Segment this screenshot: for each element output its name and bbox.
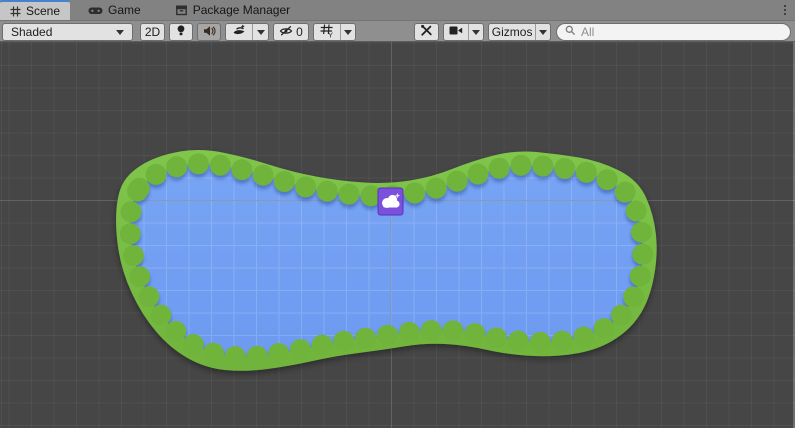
- camera-dropdown[interactable]: [468, 24, 483, 40]
- effects-toggle[interactable]: [226, 24, 252, 40]
- scene-toolbar: Shaded 2D 0 Y: [0, 20, 795, 42]
- svg-text:Y: Y: [328, 30, 333, 38]
- tab-package-manager-label: Package Manager: [193, 3, 290, 17]
- effects-dropdown-button: [225, 23, 269, 41]
- grid-visual-dropdown-button: Y: [313, 23, 356, 41]
- 2d-toggle-label: 2D: [145, 25, 160, 39]
- lightbulb-icon: [175, 24, 187, 40]
- search-input[interactable]: [581, 25, 782, 39]
- grid-dropdown[interactable]: [340, 24, 355, 40]
- gizmos-dropdown[interactable]: [535, 24, 550, 40]
- search-icon: [565, 23, 576, 41]
- gizmos-toggle[interactable]: Gizmos: [489, 24, 535, 40]
- scene-canvas[interactable]: [0, 42, 795, 428]
- draw-mode-dropdown[interactable]: Shaded: [2, 23, 133, 41]
- chevron-down-icon: [116, 30, 124, 35]
- gizmos-dropdown-button: Gizmos: [488, 23, 551, 41]
- draw-mode-label: Shaded: [11, 25, 52, 39]
- component-tools-button[interactable]: [414, 23, 439, 41]
- tools-wrench-icon: [420, 24, 433, 40]
- chevron-down-icon: [257, 30, 265, 35]
- tab-scene[interactable]: Scene: [0, 0, 70, 20]
- camera-icon: [449, 25, 463, 39]
- scene-lighting-button[interactable]: [169, 23, 193, 41]
- scene-viewport[interactable]: [0, 42, 795, 428]
- chevron-down-icon: [472, 30, 480, 35]
- package-icon: [175, 4, 188, 16]
- grid-axis-icon: Y: [320, 24, 334, 41]
- scene-grid-icon: [10, 6, 21, 17]
- scene-visibility-button[interactable]: 0: [273, 23, 309, 41]
- camera-toggle[interactable]: [444, 24, 468, 40]
- scene-audio-button[interactable]: [197, 23, 221, 41]
- scene-search-field[interactable]: [556, 23, 791, 41]
- hidden-count-label: 0: [296, 25, 303, 39]
- scene-camera-dropdown-button: [443, 23, 484, 41]
- sprite-shape-icon[interactable]: [378, 188, 403, 215]
- effects-dropdown[interactable]: [252, 24, 268, 40]
- tab-scene-label: Scene: [26, 4, 60, 18]
- tab-bar: Scene Game Package Manager: [0, 0, 795, 20]
- 2d-toggle-button[interactable]: 2D: [140, 23, 165, 41]
- grid-toggle[interactable]: Y: [314, 24, 340, 40]
- chevron-down-icon: [344, 30, 352, 35]
- eye-slash-icon: [279, 25, 293, 40]
- gizmos-text: Gizmos: [492, 25, 533, 39]
- effects-icon: [232, 24, 246, 40]
- tab-game-label: Game: [108, 3, 141, 17]
- tab-overflow-menu-icon[interactable]: [778, 2, 792, 18]
- chevron-down-icon: [539, 30, 547, 35]
- tab-game[interactable]: Game: [78, 0, 151, 20]
- gamepad-icon: [88, 5, 103, 16]
- tab-package-manager[interactable]: Package Manager: [165, 0, 300, 20]
- speaker-icon: [203, 25, 216, 40]
